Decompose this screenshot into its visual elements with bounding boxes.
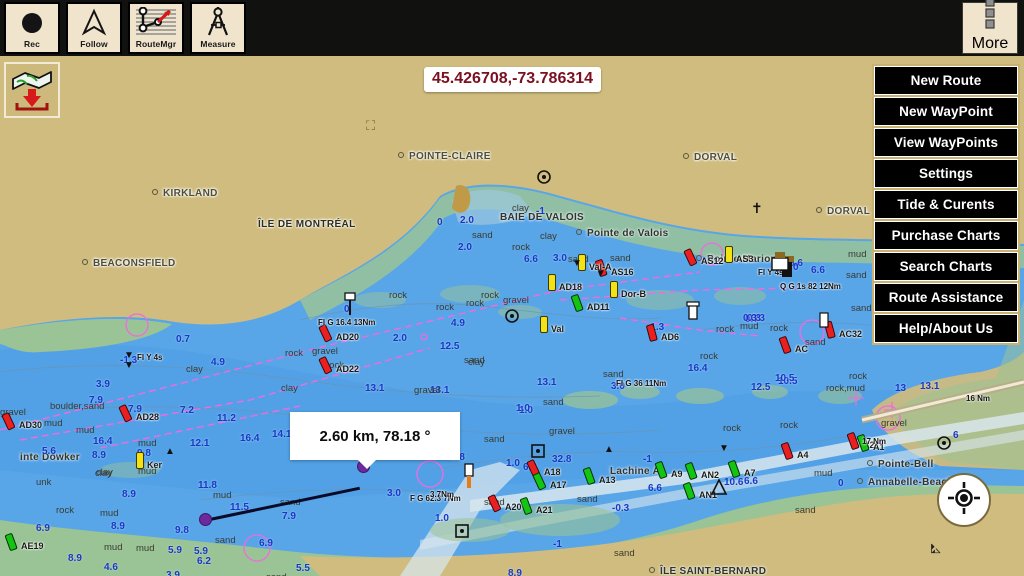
menu-item-view-waypoints[interactable]: View WayPoints: [874, 128, 1018, 157]
menu-label: Purchase Charts: [891, 228, 1001, 243]
menu-label: Search Charts: [899, 259, 993, 274]
place-marker-dot: [867, 460, 873, 466]
place-marker-dot: [152, 189, 158, 195]
place-marker-dot: [816, 207, 822, 213]
gps-crosshair-icon: [947, 481, 981, 520]
menu-item-help-about[interactable]: Help/About Us: [874, 314, 1018, 343]
follow-button[interactable]: Follow: [66, 2, 122, 54]
measure-button-label: Measure: [200, 39, 236, 49]
menu-item-search-charts[interactable]: Search Charts: [874, 252, 1018, 281]
menu-label: Route Assistance: [888, 290, 1004, 305]
record-circle-icon: [6, 4, 58, 39]
menu-item-route-assistance[interactable]: Route Assistance: [874, 283, 1018, 312]
menu-label: View WayPoints: [893, 135, 999, 150]
compass-divider-icon: [192, 4, 244, 39]
place-marker-dot: [82, 259, 88, 265]
coordinate-value: 45.426708,-73.786314: [432, 70, 594, 87]
place-marker-dot: [857, 478, 863, 484]
more-button[interactable]: More: [962, 0, 1018, 54]
measurement-callout: 2.60 km, 78.18 °: [290, 412, 460, 469]
follow-button-label: Follow: [80, 39, 108, 49]
menu-label: Tide & Curents: [897, 197, 995, 212]
measurement-text: 2.60 km, 78.18 °: [319, 427, 431, 445]
menu-item-purchase-charts[interactable]: Purchase Charts: [874, 221, 1018, 250]
marine-navigation-app: KIRKLAND BEACONSFIELD ÎLE DE MONTRÉAL POINT…: [0, 0, 1024, 576]
route-manager-button-label: RouteMgr: [135, 39, 177, 49]
place-marker-dot: [696, 255, 702, 261]
main-menu-panel: New Route New WayPoint View WayPoints Se…: [872, 64, 1020, 345]
place-marker-dot: [398, 152, 404, 158]
rec-button[interactable]: Rec: [4, 2, 60, 54]
measure-button[interactable]: Measure: [190, 2, 246, 54]
three-dots-vertical-icon: [983, 0, 997, 35]
gps-locate-button[interactable]: [937, 473, 991, 527]
top-toolbar: Rec Follow RouteMgr Measure More: [0, 0, 1024, 56]
menu-item-settings[interactable]: Settings: [874, 159, 1018, 188]
place-marker-dot: [683, 153, 689, 159]
menu-label: Help/About Us: [898, 321, 994, 336]
map-download-icon: [9, 65, 55, 116]
measure-start-node[interactable]: [199, 513, 212, 526]
rec-button-label: Rec: [24, 39, 40, 49]
place-marker-dot: [576, 229, 582, 235]
coordinate-display: 45.426708,-73.786314: [424, 67, 602, 92]
more-button-label: More: [971, 35, 1009, 52]
place-marker-dot: [649, 567, 655, 573]
route-manager-button[interactable]: RouteMgr: [128, 2, 184, 54]
navigation-arrow-icon: [68, 4, 120, 39]
route-manager-icon: [130, 4, 182, 39]
menu-item-new-route[interactable]: New Route: [874, 66, 1018, 95]
download-charts-button[interactable]: [4, 62, 60, 118]
menu-label: New Route: [910, 73, 982, 88]
menu-item-tide-currents[interactable]: Tide & Curents: [874, 190, 1018, 219]
menu-label: Settings: [918, 166, 974, 181]
menu-label: New WayPoint: [899, 104, 993, 119]
menu-item-new-waypoint[interactable]: New WayPoint: [874, 97, 1018, 126]
